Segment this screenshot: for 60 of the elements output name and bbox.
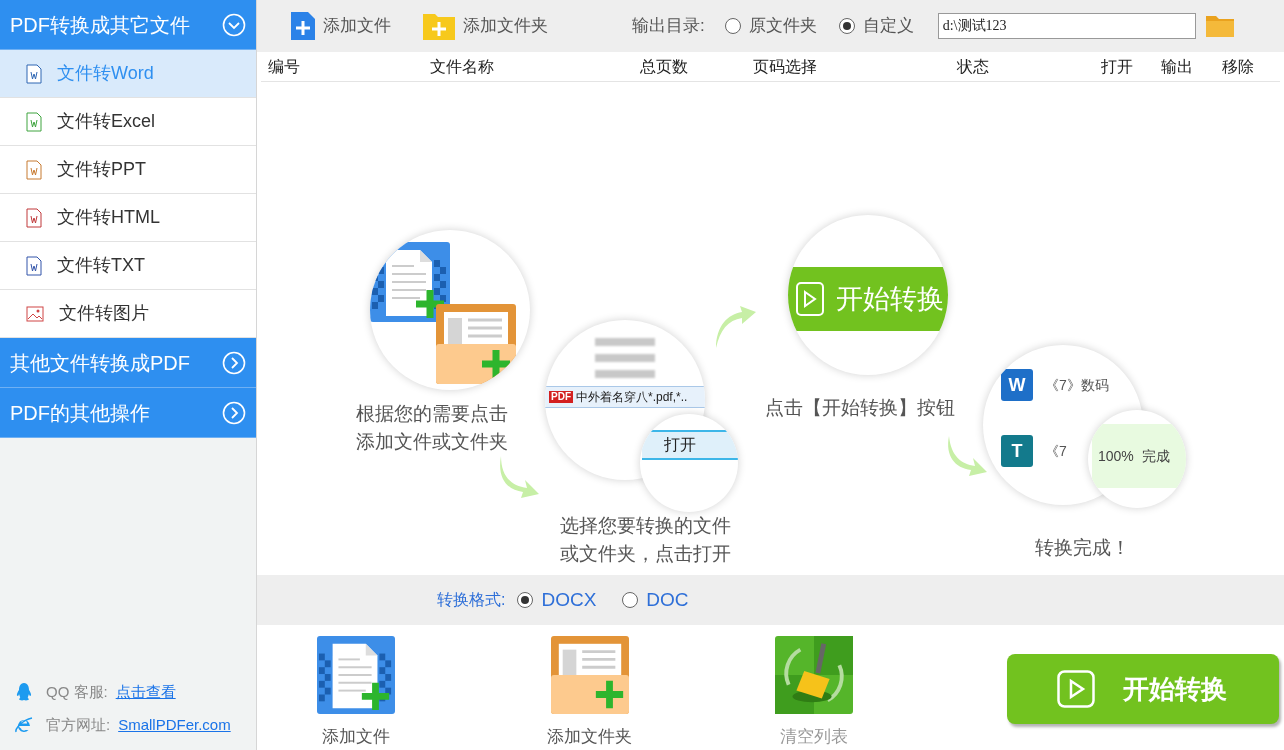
file-name: 中外着名穿八*.pdf,*.. <box>576 389 688 406</box>
file-type-icon: T <box>1001 435 1033 467</box>
radio-button[interactable] <box>622 592 639 608</box>
play-icon <box>796 281 824 317</box>
step-caption: 根据您的需要点击添加文件或文件夹 <box>356 402 509 454</box>
column-header: 文件名称 <box>430 56 494 77</box>
pdf-badge: PDF <box>549 391 573 403</box>
penguin-icon <box>14 682 34 703</box>
radio-label: 自定义 <box>862 15 914 38</box>
footer-label: QQ 客服: <box>46 682 108 702</box>
file-plus-icon <box>291 12 315 40</box>
radio-label: DOC <box>646 587 689 612</box>
link[interactable]: 点击查看 <box>115 681 176 704</box>
column-header: 页码选择 <box>753 56 817 77</box>
sidebar-item[interactable]: 文件转PPT <box>0 146 256 194</box>
progress-status: 100% 完成 <box>1092 424 1186 488</box>
sidebar-item[interactable]: 文件转HTML <box>0 194 256 242</box>
toolbar-button[interactable]: 添加文件夹 <box>423 12 548 40</box>
radio-button[interactable] <box>724 18 741 34</box>
toolbar-button[interactable]: 添加文件 <box>291 12 391 40</box>
column-header: 编号 <box>268 56 300 77</box>
start-button-preview: 开始转换 <box>788 267 948 331</box>
action-button[interactable]: 添加文件夹 <box>547 636 632 750</box>
radio-label: 原文件夹 <box>748 15 817 38</box>
column-header: 输出 <box>1161 56 1193 77</box>
document-icon <box>26 159 42 180</box>
action-button[interactable]: 添加文件 <box>317 636 395 750</box>
document-icon <box>26 111 42 132</box>
document-icon <box>26 207 42 228</box>
output-path-field[interactable]: d:\测试123 <box>937 13 1196 39</box>
file-name: 《7》数码 <box>1045 375 1109 395</box>
column-header: 状态 <box>957 56 989 77</box>
link[interactable]: SmallPDFer.com <box>118 713 231 736</box>
play-icon <box>1057 670 1095 708</box>
footer-label: 官方网址: <box>46 714 111 735</box>
folder-plus-icon <box>436 304 516 384</box>
folder-plus-icon <box>550 636 629 714</box>
folder-plus-icon <box>423 12 455 40</box>
format-label: 转换格式: <box>437 590 506 610</box>
radio-button[interactable] <box>838 18 855 34</box>
file-name: 《7 <box>1045 441 1067 461</box>
document-icon <box>26 63 42 84</box>
sidebar-item[interactable]: 文件转图片 <box>0 290 256 338</box>
sidebar-item[interactable]: 文件转TXT <box>0 242 256 290</box>
document-icon <box>26 255 42 276</box>
step-caption: 选择您要转换的文件或文件夹，点击打开 <box>560 514 732 566</box>
column-header: 移除 <box>1222 56 1254 77</box>
column-header: 打开 <box>1101 56 1133 77</box>
step-caption: 点击【开始转换】按钮 <box>765 396 955 420</box>
output-label: 输出目录: <box>632 15 705 38</box>
browser-icon <box>14 714 34 735</box>
column-header: 总页数 <box>640 56 688 77</box>
radio-button[interactable] <box>517 592 534 608</box>
radio-label: DOCX <box>541 587 597 612</box>
broom-icon <box>775 636 853 714</box>
sidebar-item[interactable]: 文件转Excel <box>0 98 256 146</box>
step-caption: 转换完成！ <box>1035 536 1130 560</box>
picture-icon <box>26 304 44 323</box>
file-type-icon: W <box>1001 369 1033 401</box>
document-plus-icon <box>317 636 395 714</box>
